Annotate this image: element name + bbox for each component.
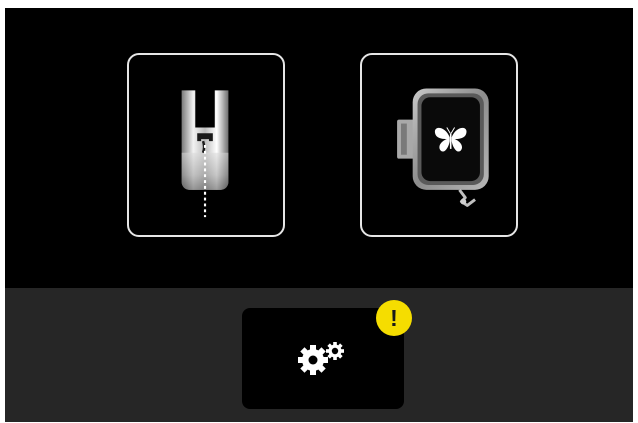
presser-foot-icon xyxy=(181,90,229,218)
gears-icon xyxy=(298,342,344,375)
bottom-bar: ! xyxy=(5,288,633,422)
alert-badge[interactable]: ! xyxy=(376,300,412,336)
embroidery-hoop-icon xyxy=(397,88,489,207)
embroidery-mode-button[interactable] xyxy=(360,53,518,237)
mode-select-area xyxy=(5,8,633,288)
screen: ! xyxy=(5,8,633,422)
sewing-mode-button[interactable] xyxy=(127,53,285,237)
